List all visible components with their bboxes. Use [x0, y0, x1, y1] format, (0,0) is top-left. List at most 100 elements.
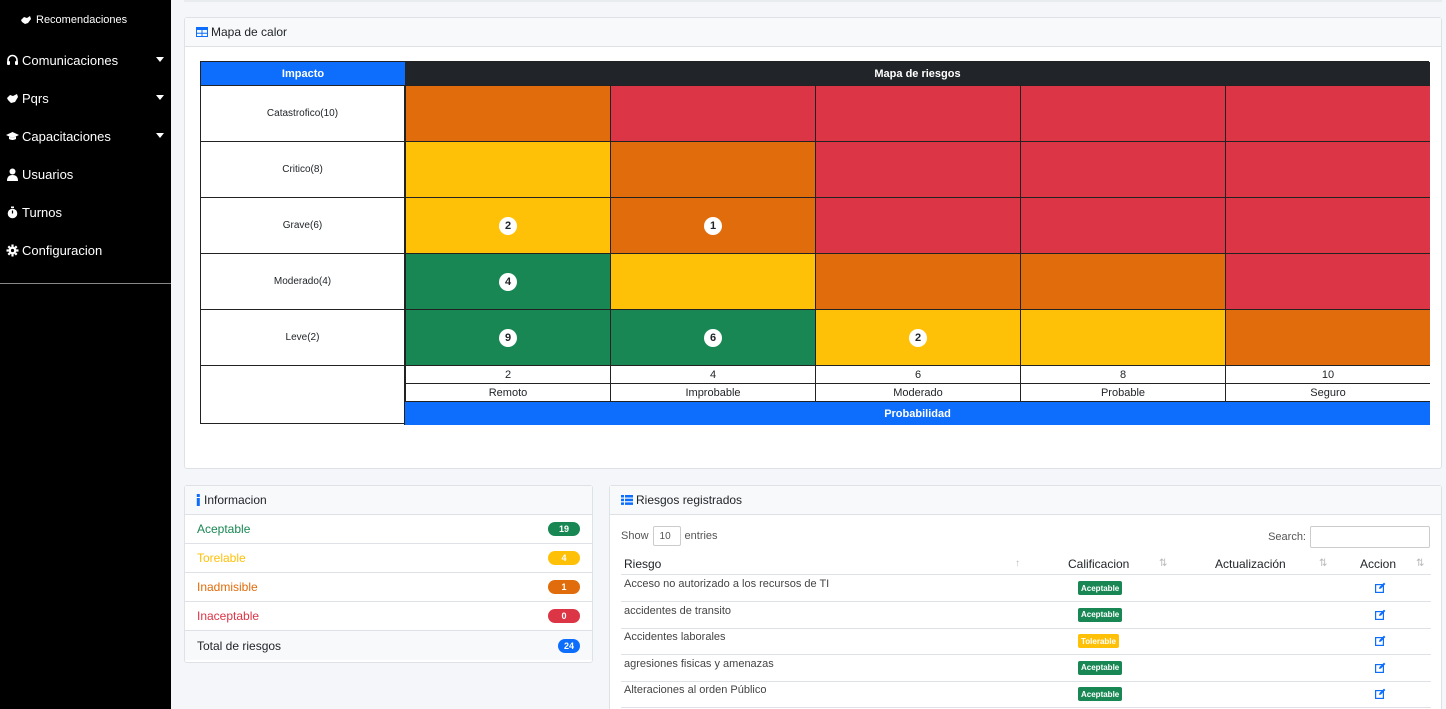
status-badge: Aceptable: [1078, 607, 1123, 622]
sidebar-divider: [0, 283, 171, 284]
risk-map-header: Mapa de riesgos: [405, 62, 1430, 85]
graduation-cap-icon: [6, 131, 19, 140]
status-badge: Aceptable: [1078, 660, 1123, 675]
sidebar-item-usuarios[interactable]: Usuarios: [6, 162, 166, 186]
handshake-icon: [21, 16, 31, 24]
heatmap-cell: [610, 253, 815, 309]
sort-icon[interactable]: ⇅: [1416, 558, 1424, 569]
sort-icon[interactable]: ⇅: [1159, 558, 1167, 569]
impact-header: Impacto: [201, 62, 405, 85]
heatmap-cell: [405, 85, 610, 141]
info-item: Torelable 4: [185, 544, 592, 573]
heatmap-cell: 2: [405, 197, 610, 253]
heatmap-cell: 2: [815, 309, 1020, 365]
sidebar-item-configuracion[interactable]: Configuracion: [6, 238, 166, 262]
sidebar-item-turnos[interactable]: Turnos: [6, 200, 166, 224]
probability-value: 2: [405, 365, 610, 383]
info-card-header: Informacion: [185, 486, 592, 515]
handshake-icon: [7, 93, 18, 103]
heatmap-footer-spacer: [201, 365, 405, 425]
table-row: Alteraciones al orden Público Aceptable: [621, 681, 1431, 708]
top-border: [184, 0, 1442, 2]
probability-value: 8: [1020, 365, 1225, 383]
edit-icon[interactable]: [1375, 635, 1386, 646]
heatmap-cell: [610, 85, 815, 141]
risk-count-badge[interactable]: 2: [909, 328, 927, 347]
info-item-label: Torelable: [197, 551, 246, 565]
heatmap-cell: [815, 85, 1020, 141]
risks-card-header: Riesgos registrados: [610, 486, 1441, 515]
info-card: Informacion Aceptable 19 Torelable 4 Inadmis…: [184, 485, 593, 663]
impact-row-label: Critico(8): [201, 141, 405, 197]
sort-asc-icon[interactable]: ↑: [1015, 558, 1020, 569]
sidebar-item-label: Usuarios: [22, 166, 74, 182]
edit-icon[interactable]: [1375, 662, 1386, 673]
table-row: accidentes de transito Aceptable: [621, 602, 1431, 629]
risk-count-badge[interactable]: 1: [704, 216, 722, 235]
info-item: Inaceptable 0: [185, 602, 592, 631]
heatmap-cell: [1020, 197, 1225, 253]
column-header-riesgo[interactable]: Riesgo: [624, 553, 661, 574]
risk-count-badge[interactable]: 9: [499, 328, 517, 347]
column-header-actualizacion[interactable]: Actualización: [1215, 553, 1286, 574]
list-icon: [621, 495, 633, 505]
heatmap-cell: [1020, 85, 1225, 141]
info-item: Inadmisible 1: [185, 573, 592, 602]
impact-row-label: Catastrofico(10): [201, 85, 405, 141]
info-item-count: 0: [548, 609, 580, 623]
headset-icon: [7, 54, 18, 65]
heatmap-cell: 9: [405, 309, 610, 365]
impact-row-label: Leve(2): [201, 309, 405, 365]
stopwatch-icon: [7, 206, 18, 218]
probability-label: Moderado: [815, 383, 1020, 401]
info-item-count: 19: [548, 522, 580, 536]
risk-count-badge[interactable]: 2: [499, 216, 517, 235]
user-icon: [7, 168, 18, 181]
sidebar-item-pqrs[interactable]: Pqrs: [6, 86, 166, 110]
risk-count-badge[interactable]: 4: [499, 272, 517, 291]
heatmap-cell: [1225, 141, 1430, 197]
gear-icon: [6, 244, 19, 256]
sort-icon[interactable]: ⇅: [1319, 558, 1327, 569]
heatmap-cell: 6: [610, 309, 815, 365]
risk-name: agresiones fisicas y amenazas: [624, 657, 774, 670]
heatmap-cell: [405, 141, 610, 197]
edit-icon[interactable]: [1375, 582, 1386, 593]
edit-icon[interactable]: [1375, 688, 1386, 699]
table-row: Acceso no autorizado a los recursos de T…: [621, 575, 1431, 602]
sidebar-item-recomendaciones[interactable]: Recomendaciones: [20, 14, 127, 26]
probability-value: 10: [1225, 365, 1430, 383]
sidebar-item-capacitaciones[interactable]: Capacitaciones: [6, 124, 166, 148]
entries-select[interactable]: 10: [652, 526, 681, 546]
search-input[interactable]: [1310, 526, 1430, 548]
risk-name: accidentes de transito: [624, 604, 732, 617]
heatmap-cell: [1225, 197, 1430, 253]
column-header-calificacion[interactable]: Calificacion: [1068, 553, 1129, 574]
caret-down-icon: [156, 57, 164, 62]
info-item-count: 4: [548, 551, 580, 565]
table-row: agresiones fisicas y amenazas Aceptable: [621, 655, 1431, 682]
entries-label: entries: [684, 530, 718, 542]
edit-icon[interactable]: [1375, 609, 1386, 620]
heatmap-cell: [1225, 309, 1430, 365]
risk-name: Alteraciones al orden Público: [624, 684, 767, 696]
info-total-item: Total de riesgos 24: [185, 631, 592, 660]
heatmap-cell: [610, 141, 815, 197]
status-badge: Tolerable: [1078, 634, 1119, 648]
heatmap-cell: [815, 141, 1020, 197]
probability-header: Probabilidad: [405, 401, 1430, 425]
column-header-accion[interactable]: Accion: [1360, 553, 1396, 574]
sidebar: Recomendaciones Comunicaciones Pqrs Capa…: [0, 0, 171, 709]
info-title: Informacion: [204, 493, 267, 507]
probability-value: 4: [610, 365, 815, 383]
table-row: Accidentes laborales Tolerable: [621, 628, 1431, 655]
sidebar-item-comunicaciones[interactable]: Comunicaciones: [6, 48, 166, 72]
search-label: Search:: [1268, 531, 1306, 543]
probability-value: 6: [815, 365, 1020, 383]
risk-count-badge[interactable]: 6: [704, 328, 722, 347]
caret-down-icon: [156, 95, 164, 100]
heatmap-cell: [1020, 141, 1225, 197]
heatmap-cell: 4: [405, 253, 610, 309]
sidebar-item-label: Recomendaciones: [36, 14, 128, 26]
risks-card: Riesgos registrados Show 10 entries Sear…: [609, 485, 1442, 709]
